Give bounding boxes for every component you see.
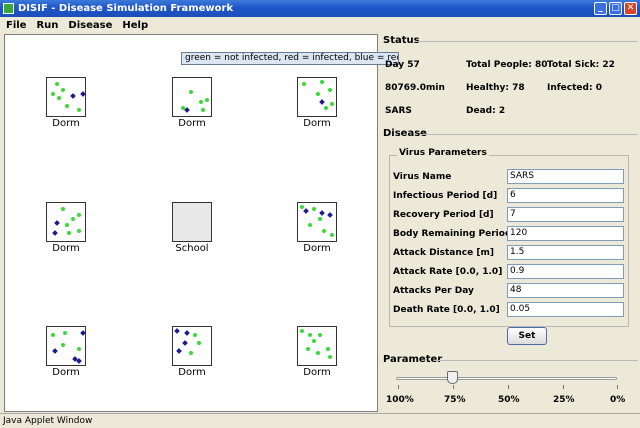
title-bar[interactable]: DISIF - Disease Simulation Framework _ □… [0,0,640,17]
building-cell[interactable] [297,202,337,242]
cell-label: Dorm [303,118,331,129]
virus-name-field[interactable]: SARS [507,169,624,184]
parameter-divider [434,360,638,361]
slider-tick [453,385,454,389]
attacks-per-day-label: Attacks Per Day [393,286,474,296]
attack-distance-label: Attack Distance [m] [393,248,494,258]
disease-divider [420,134,638,135]
applet-window: DISIF - Disease Simulation Framework _ □… [0,0,640,428]
building-cell[interactable] [172,326,212,366]
recovery-period-label: Recovery Period [d] [393,210,494,220]
window-title: DISIF - Disease Simulation Framework [18,3,234,14]
slider-tick [563,385,564,389]
day-readout: Day 57 [385,60,420,70]
building-cell[interactable] [297,77,337,117]
slider-tick-label: 50% [498,395,520,405]
parameter-slider-track[interactable] [396,377,617,380]
legend-tooltip: green = not infected, red = infected, bl… [181,52,399,65]
infectious-period-label: Infectious Period [d] [393,191,498,201]
parameter-slider-thumb[interactable] [446,371,458,384]
attack-rate-label: Attack Rate [0.0, 1.0] [393,267,503,277]
body-remaining-period-field[interactable]: 120 [507,226,624,241]
dead-readout: Dead: 2 [466,106,506,116]
attacks-per-day-field[interactable]: 48 [507,283,624,298]
simulation-canvas[interactable]: Dorm Dorm Dorm Dorm School Dorm Dorm Dor… [4,34,378,412]
slider-tick-label: 100% [386,395,414,405]
slider-tick-label: 0% [610,395,626,405]
menu-run[interactable]: Run [36,20,58,31]
infectious-period-field[interactable]: 6 [507,188,624,203]
cell-label: Dorm [52,367,80,378]
school-cell[interactable] [172,202,212,242]
death-rate-label: Death Rate [0.0, 1.0] [393,305,500,315]
cell-label: School [175,243,209,254]
recovery-period-field[interactable]: 7 [507,207,624,222]
menu-file[interactable]: File [6,20,26,31]
time-readout: 80769.0min [385,83,445,93]
attack-distance-field[interactable]: 1.5 [507,245,624,260]
total-sick-readout: Total Sick: 22 [547,60,615,70]
total-people-readout: Total People: 80 [466,60,548,70]
building-cell[interactable] [46,77,86,117]
healthy-readout: Healthy: 78 [466,83,525,93]
infected-readout: Infected: 0 [547,83,602,93]
maximize-button[interactable]: □ [609,2,622,15]
status-divider [414,41,638,42]
virus-name-label: Virus Name [393,172,452,182]
app-icon [3,3,14,14]
cell-label: Dorm [303,243,331,254]
slider-tick [398,385,399,389]
slider-tick [508,385,509,389]
attack-rate-field[interactable]: 0.9 [507,264,624,279]
cell-label: Dorm [178,367,206,378]
menu-help[interactable]: Help [122,20,148,31]
building-cell[interactable] [46,202,86,242]
close-button[interactable]: ✕ [624,2,637,15]
minimize-button[interactable]: _ [594,2,607,15]
cell-label: Dorm [178,118,206,129]
applet-status-bar: Java Applet Window [0,413,640,428]
menu-disease[interactable]: Disease [68,20,112,31]
building-cell[interactable] [297,326,337,366]
virus-parameters-title: Virus Parameters [397,148,489,158]
slider-tick-label: 75% [444,395,466,405]
menu-bar: File Run Disease Help [0,17,640,33]
slider-tick-label: 25% [553,395,575,405]
disease-name-readout: SARS [385,106,412,116]
building-cell[interactable] [172,77,212,117]
death-rate-field[interactable]: 0.05 [507,302,624,317]
set-button[interactable]: Set [507,327,547,345]
cell-label: Dorm [52,118,80,129]
slider-tick [617,385,618,389]
cell-label: Dorm [303,367,331,378]
cell-label: Dorm [52,243,80,254]
building-cell[interactable] [46,326,86,366]
